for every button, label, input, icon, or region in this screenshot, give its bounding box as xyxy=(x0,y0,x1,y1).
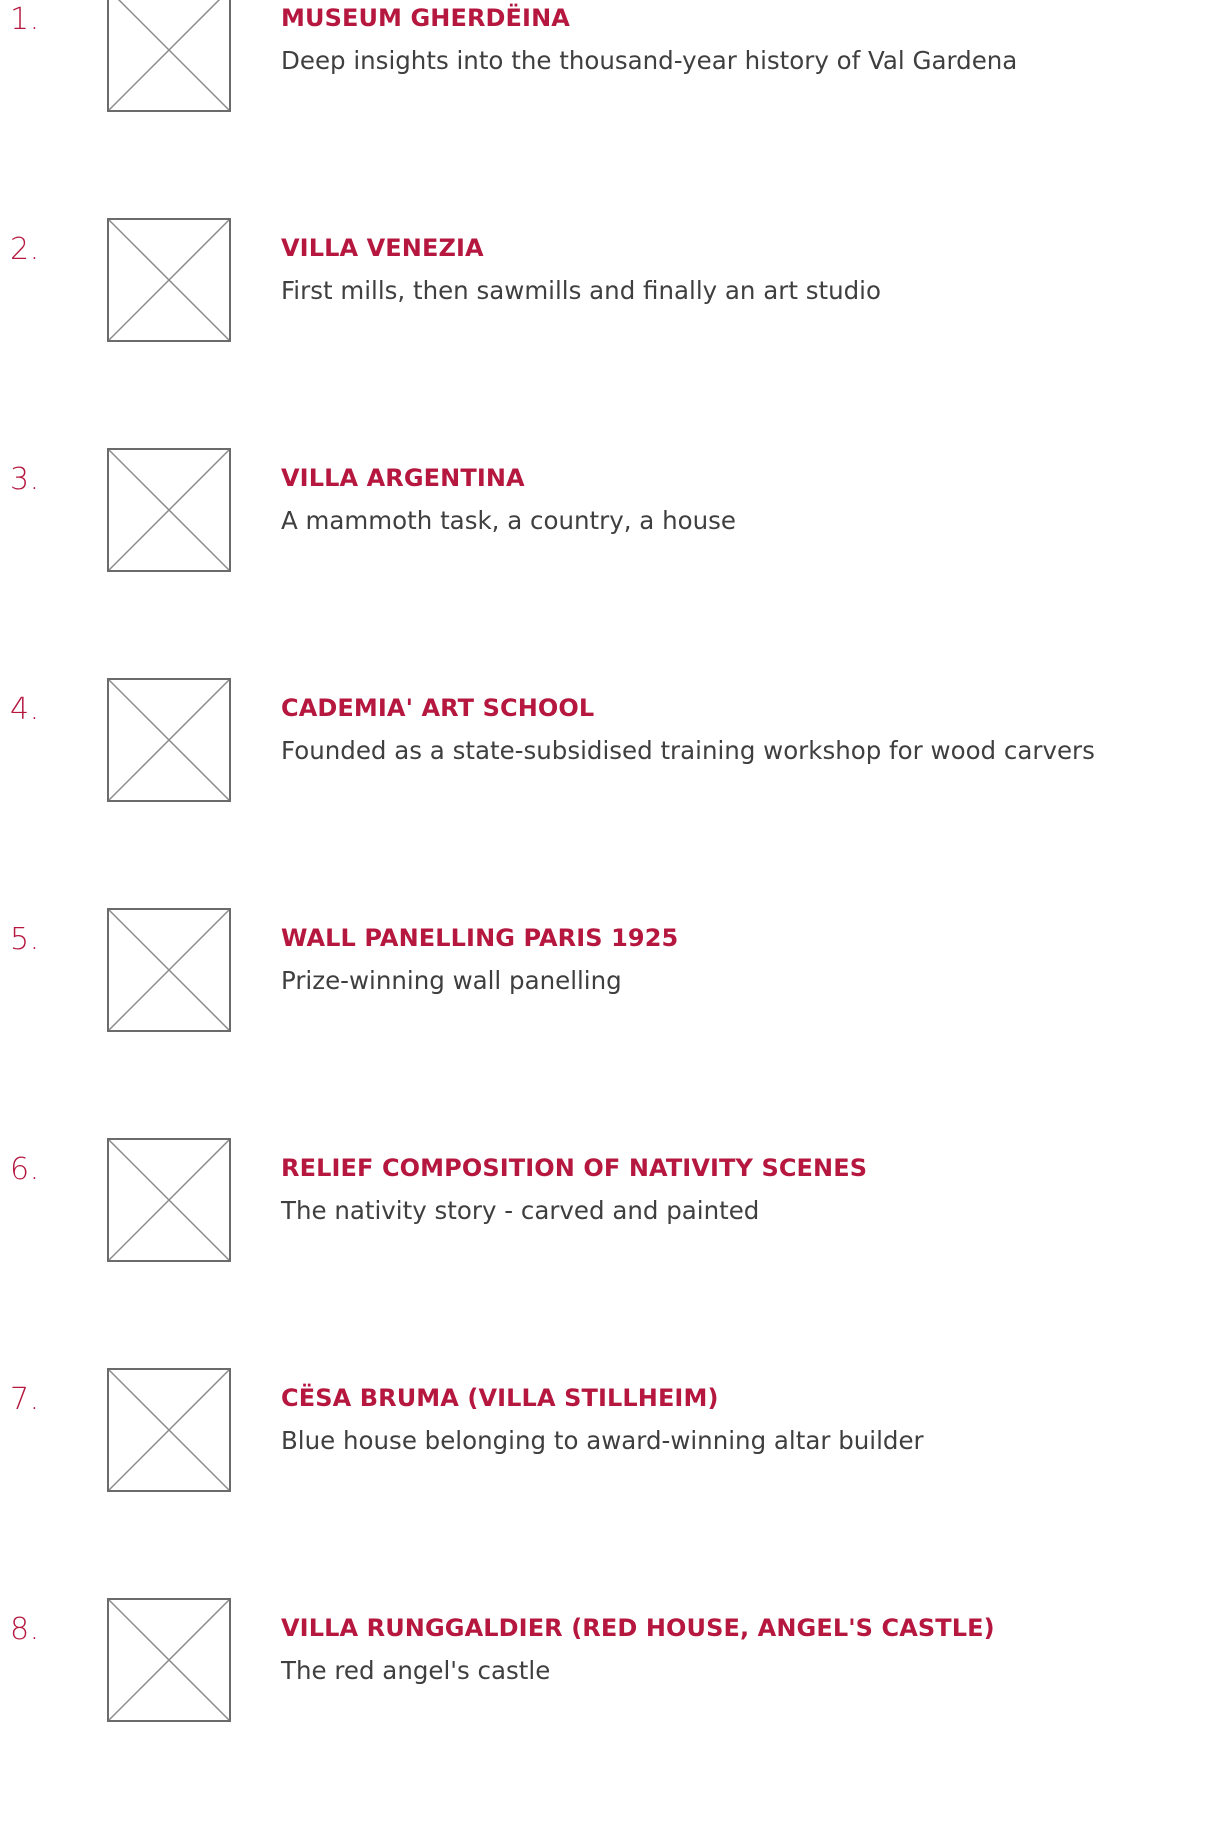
item-title-link[interactable]: VILLA VENEZIA xyxy=(281,232,484,264)
item-number: 7. xyxy=(10,1382,40,1417)
item-title-link[interactable]: VILLA ARGENTINA xyxy=(281,462,525,494)
broken-image-placeholder-icon[interactable] xyxy=(107,1598,231,1722)
item-title-link[interactable]: VILLA RUNGGALDIER (RED HOUSE, ANGEL'S CA… xyxy=(281,1612,995,1644)
item-title-link[interactable]: MUSEUM GHERDËINA xyxy=(281,2,570,34)
item-number: 1. xyxy=(10,2,40,37)
list-item[interactable]: 3. VILLA ARGENTINA A mammoth task, a cou… xyxy=(0,448,1216,678)
broken-image-placeholder-icon[interactable] xyxy=(107,678,231,802)
broken-image-placeholder-icon[interactable] xyxy=(107,0,231,112)
broken-image-placeholder-icon[interactable] xyxy=(107,908,231,1032)
broken-image-placeholder-icon[interactable] xyxy=(107,218,231,342)
points-of-interest-list: 1. MUSEUM GHERDËINA Deep insights into t… xyxy=(0,0,1216,1828)
item-number: 5. xyxy=(10,922,40,957)
broken-image-placeholder-icon[interactable] xyxy=(107,448,231,572)
item-description: The nativity story - carved and painted xyxy=(281,1196,760,1225)
item-title-link[interactable]: RELIEF COMPOSITION OF NATIVITY SCENES xyxy=(281,1152,867,1184)
item-description: Deep insights into the thousand-year his… xyxy=(281,46,1018,75)
list-item[interactable]: 5. WALL PANELLING PARIS 1925 Prize-winni… xyxy=(0,908,1216,1138)
list-item[interactable]: 4. CADEMIA' ART SCHOOL Founded as a stat… xyxy=(0,678,1216,908)
item-description: The red angel's castle xyxy=(281,1656,551,1685)
item-description: First mills, then sawmills and finally a… xyxy=(281,276,881,305)
item-title-link[interactable]: CADEMIA' ART SCHOOL xyxy=(281,692,594,724)
list-item[interactable]: 7. CËSA BRUMA (VILLA STILLHEIM) Blue hou… xyxy=(0,1368,1216,1598)
item-description: Prize-winning wall panelling xyxy=(281,966,622,995)
broken-image-placeholder-icon[interactable] xyxy=(107,1368,231,1492)
list-item[interactable]: 1. MUSEUM GHERDËINA Deep insights into t… xyxy=(0,0,1216,218)
item-number: 4. xyxy=(10,692,40,727)
item-title-link[interactable]: WALL PANELLING PARIS 1925 xyxy=(281,922,678,954)
item-title-link[interactable]: CËSA BRUMA (VILLA STILLHEIM) xyxy=(281,1382,719,1414)
list-item[interactable]: 6. RELIEF COMPOSITION OF NATIVITY SCENES… xyxy=(0,1138,1216,1368)
item-number: 8. xyxy=(10,1612,40,1647)
list-item[interactable]: 8. VILLA RUNGGALDIER (RED HOUSE, ANGEL'S… xyxy=(0,1598,1216,1828)
item-description: Blue house belonging to award-winning al… xyxy=(281,1426,924,1455)
broken-image-placeholder-icon[interactable] xyxy=(107,1138,231,1262)
item-description: Founded as a state-subsidised training w… xyxy=(281,736,1095,765)
item-number: 3. xyxy=(10,462,40,497)
item-description: A mammoth task, a country, a house xyxy=(281,506,736,535)
item-number: 6. xyxy=(10,1152,40,1187)
item-number: 2. xyxy=(10,232,40,267)
list-item[interactable]: 2. VILLA VENEZIA First mills, then sawmi… xyxy=(0,218,1216,448)
